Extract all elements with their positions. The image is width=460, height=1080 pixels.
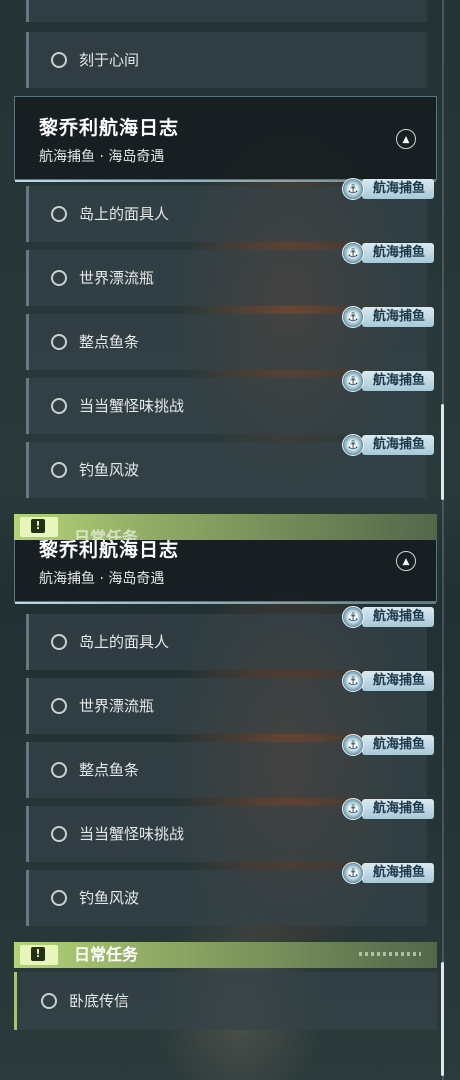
quest-group-title: 黎乔利航海日志 (39, 117, 180, 139)
daily-section-header[interactable]: ! 日常任务 (14, 942, 437, 968)
circle-icon (51, 698, 67, 714)
circle-icon (51, 270, 67, 286)
fishing-icon: ⚓ (342, 670, 364, 692)
quest-list-bottom: 黎乔利航海日志 航海捕鱼 · 海岛奇遇 ▲ 岛上的面具人 ⚓ 航海捕鱼 世界漂流… (0, 540, 460, 1080)
quest-label: 世界漂流瓶 (79, 269, 155, 287)
tag-label: 航海捕鱼 (362, 799, 434, 819)
chevron-up-icon[interactable]: ▲ (396, 129, 416, 149)
fishing-icon: ⚓ (342, 242, 364, 264)
circle-icon (51, 462, 67, 478)
quest-label: 当当蟹怪味挑战 (79, 825, 185, 843)
quest-type-tag: ⚓ 航海捕鱼 (342, 606, 434, 628)
tag-label: 航海捕鱼 (362, 179, 434, 199)
circle-icon (51, 52, 67, 68)
fishing-icon: ⚓ (342, 862, 364, 884)
quest-label: 整点鱼条 (79, 333, 140, 351)
circle-icon (51, 762, 67, 778)
tag-label: 航海捕鱼 (362, 671, 434, 691)
tag-label: 航海捕鱼 (362, 607, 434, 627)
exclamation-icon: ! (20, 945, 58, 965)
fishing-icon: ⚓ (342, 434, 364, 456)
fishing-icon: ⚓ (342, 178, 364, 200)
circle-icon (51, 334, 67, 350)
quest-group-subtitle: 航海捕鱼 · 海岛奇遇 (39, 149, 165, 165)
quest-list-top: 刻于心间 黎乔利航海日志 航海捕鱼 · 海岛奇遇 ▲ 岛上的面具人 ⚓ 航海捕鱼… (0, 0, 460, 540)
quest-label: 岛上的面具人 (79, 205, 170, 223)
quest-group-header[interactable]: 黎乔利航海日志 航海捕鱼 · 海岛奇遇 ▲ (14, 96, 437, 182)
scrollbar-thumb[interactable] (441, 404, 444, 500)
quest-type-tag: ⚓ 航海捕鱼 (342, 734, 434, 756)
daily-section-header-partial[interactable]: ! 日常任务 (14, 514, 437, 540)
circle-icon (41, 993, 57, 1009)
quest-type-tag: ⚓ 航海捕鱼 (342, 670, 434, 692)
fishing-icon: ⚓ (342, 606, 364, 628)
quest-label: 钓鱼风波 (79, 461, 140, 479)
quest-type-tag: ⚓ 航海捕鱼 (342, 370, 434, 392)
daily-quest-label: 卧底传信 (69, 992, 130, 1010)
quest-group-header[interactable]: 黎乔利航海日志 航海捕鱼 · 海岛奇遇 ▲ (14, 540, 437, 604)
quest-label: 世界漂流瓶 (79, 697, 155, 715)
chevron-up-icon[interactable]: ▲ (396, 551, 416, 571)
circle-icon (51, 206, 67, 222)
quest-type-tag: ⚓ 航海捕鱼 (342, 798, 434, 820)
tag-label: 航海捕鱼 (362, 307, 434, 327)
daily-section-title: 日常任务 (74, 945, 139, 964)
quest-type-tag: ⚓ 航海捕鱼 (342, 306, 434, 328)
quest-label: 当当蟹怪味挑战 (79, 397, 185, 415)
scrollbar-thumb[interactable] (441, 962, 444, 1076)
quest-type-tag: ⚓ 航海捕鱼 (342, 242, 434, 264)
quest-label: 岛上的面具人 (79, 633, 170, 651)
exclamation-icon: ! (20, 517, 58, 537)
quest-group-subtitle: 航海捕鱼 · 海岛奇遇 (39, 571, 165, 587)
daily-quest-row[interactable]: 卧底传信 (14, 972, 437, 1030)
quest-row-previous[interactable]: 刻于心间 (26, 32, 427, 88)
quest-row-previous-hidden[interactable] (26, 0, 427, 22)
daily-section-title: 日常任务 (74, 528, 139, 540)
quest-group-title: 黎乔利航海日志 (39, 540, 180, 561)
fishing-icon: ⚓ (342, 798, 364, 820)
circle-icon (51, 398, 67, 414)
decorative-pattern (359, 952, 421, 956)
quest-type-tag: ⚓ 航海捕鱼 (342, 862, 434, 884)
tag-label: 航海捕鱼 (362, 435, 434, 455)
fishing-icon: ⚓ (342, 734, 364, 756)
tag-label: 航海捕鱼 (362, 863, 434, 883)
fishing-icon: ⚓ (342, 306, 364, 328)
tag-label: 航海捕鱼 (362, 243, 434, 263)
quest-type-tag: ⚓ 航海捕鱼 (342, 178, 434, 200)
quest-label: 钓鱼风波 (79, 889, 140, 907)
circle-icon (51, 634, 67, 650)
quest-label: 整点鱼条 (79, 761, 140, 779)
tag-label: 航海捕鱼 (362, 735, 434, 755)
tag-label: 航海捕鱼 (362, 371, 434, 391)
circle-icon (51, 890, 67, 906)
circle-icon (51, 826, 67, 842)
fishing-icon: ⚓ (342, 370, 364, 392)
quest-label: 刻于心间 (79, 51, 140, 69)
quest-type-tag: ⚓ 航海捕鱼 (342, 434, 434, 456)
